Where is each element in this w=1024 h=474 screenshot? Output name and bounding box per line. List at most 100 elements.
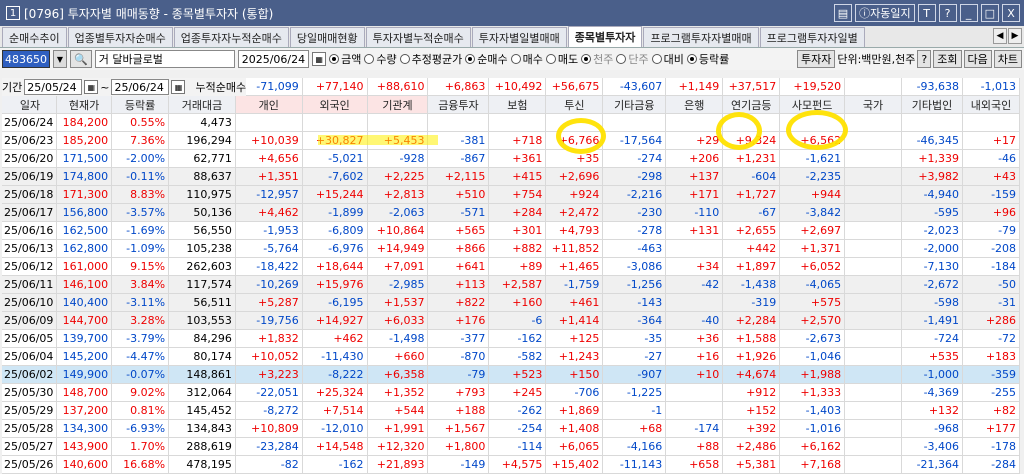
- font-button[interactable]: T: [917, 4, 936, 22]
- tab-sector-investor-net[interactable]: 업종별투자자순매수: [67, 27, 173, 47]
- table-row[interactable]: 25/05/29 137,200 0.81% 145,452 -8,272 +7,514 +…: [2, 402, 1021, 420]
- col-header-date[interactable]: 일자: [2, 96, 58, 113]
- calendar-icon[interactable]: ▦: [84, 80, 99, 94]
- calendar-icon[interactable]: ▦: [312, 52, 327, 66]
- period-to-input[interactable]: 25/06/24: [111, 79, 170, 95]
- table-row[interactable]: 25/06/17 156,800 -3.57% 50,136 +4,462 -1,899-…: [2, 204, 1021, 222]
- tab-investor-cumulative[interactable]: 투자자별누적순매수: [365, 27, 471, 47]
- col-header-foreigner[interactable]: 외국인: [302, 96, 368, 113]
- window-number: 1: [6, 6, 20, 20]
- cell-foreigner: -5,021: [303, 150, 368, 167]
- col-header-private-fund[interactable]: 사모펀드: [780, 96, 846, 113]
- cell-government: [845, 240, 903, 257]
- tab-investor-daily[interactable]: 투자자별일별매매: [471, 27, 567, 47]
- tab-program-daily[interactable]: 프로그램투자자일별: [759, 27, 865, 47]
- col-header-trade-amount[interactable]: 거래대금: [169, 96, 236, 113]
- help-button[interactable]: ?: [938, 4, 957, 22]
- maximize-button[interactable]: □: [980, 4, 999, 22]
- col-header-bank[interactable]: 은행: [666, 96, 724, 113]
- col-header-investment-trust[interactable]: 투신: [546, 96, 604, 113]
- col-header-change-rate[interactable]: 등락률: [112, 96, 170, 113]
- col-header-individual[interactable]: 개인: [235, 96, 303, 113]
- radio-thousand-shares[interactable]: 천주: [581, 51, 613, 67]
- table-row[interactable]: 25/05/28 134,300 -6.93% 134,843 +10,809 -12,0…: [2, 420, 1021, 438]
- table-row[interactable]: 25/06/04 145,200 -4.47% 80,174 +10,052 -11,43…: [2, 348, 1021, 366]
- table-row[interactable]: 25/05/30 148,700 9.02% 312,064 -22,051 +25,32…: [2, 384, 1021, 402]
- cell-government: [845, 132, 903, 149]
- col-header-domestic-foreign[interactable]: 내외국인: [962, 96, 1020, 113]
- radio-single-shares[interactable]: 단주: [616, 51, 649, 67]
- period-bar: 기간 25/05/24 ▦ ~ 25/06/24 ▦ 누적순매수: [2, 78, 247, 96]
- table-row[interactable]: 25/06/09 144,700 3.28% 103,553 -19,756 +14,92…: [2, 312, 1021, 330]
- search-button[interactable]: 조회: [933, 50, 962, 68]
- tab-program-investor[interactable]: 프로그램투자자별매매: [643, 27, 759, 47]
- cell-change-rate: 8.83%: [112, 186, 170, 203]
- table-row[interactable]: 25/06/16 162,500 -1.69% 56,550 -1,953 -6,809 +…: [2, 222, 1021, 240]
- table-row[interactable]: 25/05/27 143,900 1.70% 288,619 -23,284 +14,54…: [2, 438, 1021, 456]
- action-buttons: 투자자 단위:백만원,천주 ? 조회 다음 차트: [796, 50, 1022, 68]
- lock-icon[interactable]: ▤: [833, 4, 853, 22]
- table-row[interactable]: 25/05/26 140,600 16.68% 478,195 -82 -162 +21,8…: [2, 456, 1021, 474]
- table-row[interactable]: 25/06/18 171,300 8.83% 110,975 -12,957 +15,24…: [2, 186, 1021, 204]
- col-header-government[interactable]: 국가: [845, 96, 903, 113]
- table-row[interactable]: 25/06/24 184,200 0.55% 4,473: [2, 114, 1021, 132]
- cell-financial-investment: -377: [428, 330, 490, 347]
- radio-buy-label: 매수: [522, 53, 543, 66]
- table-row[interactable]: 25/06/13 162,800 -1.09% 105,238 -5,764 -6,976…: [2, 240, 1021, 258]
- radio-net-buy[interactable]: 순매수: [465, 51, 508, 67]
- col-header-price[interactable]: 현재가: [57, 96, 113, 113]
- next-button[interactable]: 다음: [963, 50, 992, 68]
- tab-net-buy-trend[interactable]: 순매수추이: [2, 27, 67, 47]
- tab-left-icon[interactable]: ◀: [993, 28, 1007, 44]
- tab-daily-trading[interactable]: 당일매매현황: [289, 27, 365, 47]
- col-header-financial-investment[interactable]: 금융투자: [428, 96, 490, 113]
- cell-date: 25/05/28: [2, 420, 58, 437]
- table-row[interactable]: 25/06/23 185,200 7.36% 196,294 +10,039 +30,82…: [2, 132, 1021, 150]
- cell-other-corp: -968: [902, 420, 964, 437]
- col-header-other-corp[interactable]: 기타법인: [902, 96, 963, 113]
- period-from-input[interactable]: 25/05/24: [24, 79, 83, 95]
- table-row[interactable]: 25/06/19 174,800 -0.11% 88,637 +1,351 -7,602 +…: [2, 168, 1021, 186]
- radio-buy[interactable]: 매수: [510, 51, 543, 67]
- table-row[interactable]: 25/06/20 171,500 -2.00% 62,771 +4,656 -5,021-…: [2, 150, 1021, 168]
- radio-compare[interactable]: 대비: [651, 51, 684, 67]
- radio-quantity[interactable]: 수량: [364, 51, 397, 67]
- table-row[interactable]: 25/06/12 161,000 9.15% 262,603 -18,422 +18,64…: [2, 258, 1021, 276]
- col-header-other-finance[interactable]: 기타금융: [603, 96, 667, 113]
- close-button[interactable]: X: [1002, 4, 1020, 22]
- cell-pension: +2,655: [723, 222, 781, 239]
- stock-code-input[interactable]: 483650: [2, 50, 50, 68]
- col-header-institution[interactable]: 기관계: [367, 96, 429, 113]
- cell-bank: +36: [666, 330, 724, 347]
- tab-scroll: ◀ ▶: [993, 28, 1022, 44]
- tab-right-icon[interactable]: ▶: [1008, 28, 1022, 44]
- cell-other-finance: -35: [603, 330, 667, 347]
- help-question-button[interactable]: ?: [917, 50, 932, 68]
- tab-stock-investor[interactable]: 종목별투자자: [567, 26, 643, 47]
- investor-button[interactable]: 투자자: [796, 50, 836, 68]
- minimize-button[interactable]: _: [959, 4, 978, 22]
- col-header-pension[interactable]: 연기금등: [723, 96, 781, 113]
- table-row[interactable]: 25/06/11 146,100 3.84% 117,574 -10,269 +15,97…: [2, 276, 1021, 294]
- radio-sell[interactable]: 매도: [545, 51, 578, 67]
- table-row[interactable]: 25/06/02 149,900 -0.07% 148,861 +3,223 -8,222…: [2, 366, 1021, 384]
- calendar-icon[interactable]: ▦: [171, 80, 186, 94]
- cell-bank: +10: [666, 366, 724, 383]
- cell-investment-trust: +2,696: [546, 168, 604, 185]
- table-row[interactable]: 25/06/05 139,700 -3.79% 84,296 +1,832 +462 -1,…: [2, 330, 1021, 348]
- radio-amount[interactable]: 금액: [329, 51, 361, 67]
- code-dropdown-icon[interactable]: ▼: [53, 50, 67, 68]
- period-label: 기간: [2, 81, 23, 94]
- search-icon[interactable]: 🔍: [70, 50, 92, 68]
- cumulative-label: 누적순매수: [195, 81, 247, 94]
- auto-log-button[interactable]: ⓘ 자동일지: [855, 4, 915, 22]
- date-field[interactable]: 2025/06/24: [237, 50, 310, 68]
- radio-avg-price[interactable]: 추정평균가: [399, 51, 462, 67]
- cell-insurance: +89: [489, 258, 547, 275]
- table-row[interactable]: 25/06/10 140,400 -3.11% 56,511 +5,287 -6,195 +…: [2, 294, 1021, 312]
- radio-change-rate[interactable]: 등락률: [686, 51, 729, 67]
- chart-button[interactable]: 차트: [993, 50, 1022, 68]
- tab-sector-cumulative[interactable]: 업종투자자누적순매수: [173, 27, 289, 47]
- cell-trade-amount: 50,136: [169, 204, 236, 221]
- col-header-insurance[interactable]: 보험: [489, 96, 547, 113]
